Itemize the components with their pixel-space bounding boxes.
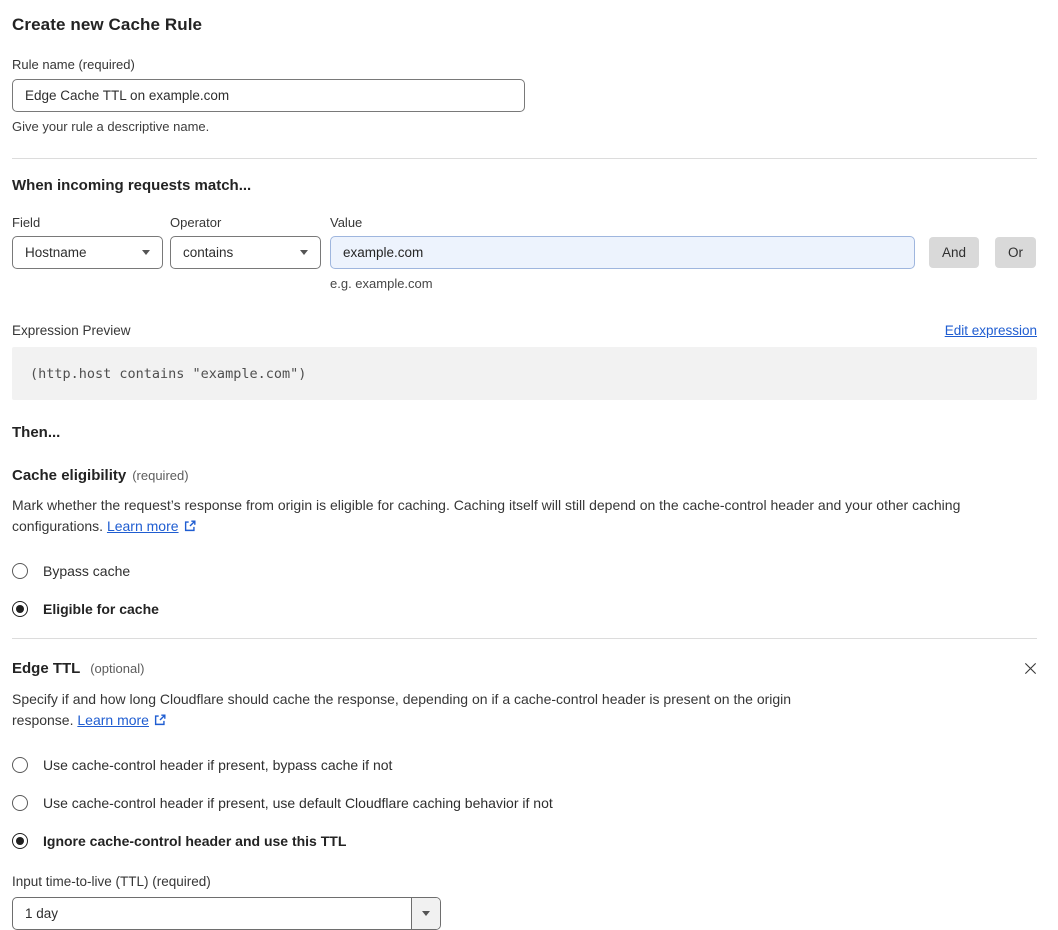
operator-select-value: contains <box>183 245 234 260</box>
chevron-down-icon <box>422 911 430 916</box>
edge-ttl-title: Edge TTL <box>12 660 81 677</box>
radio-label: Bypass cache <box>43 563 131 579</box>
external-link-icon <box>153 712 167 733</box>
rule-name-section: Rule name (required) Give your rule a de… <box>12 57 1037 134</box>
section-divider <box>12 158 1037 159</box>
chevron-down-icon <box>142 250 150 255</box>
cache-eligibility-qualifier: (required) <box>132 468 189 483</box>
then-heading: Then... <box>12 424 61 441</box>
radio-label: Use cache-control header if present, use… <box>43 795 553 811</box>
or-button[interactable]: Or <box>995 237 1037 268</box>
radio-circle-unselected <box>12 757 28 773</box>
cache-eligibility-title: Cache eligibility <box>12 467 127 484</box>
radio-eligible-for-cache[interactable]: Eligible for cache <box>12 601 1037 617</box>
match-labels-row: Field Operator Value <box>12 215 1037 230</box>
cache-eligibility-description: Mark whether the request’s response from… <box>12 495 1037 539</box>
expression-preview-box: (http.host contains "example.com") <box>12 347 1037 400</box>
radio-circle-selected <box>12 601 28 617</box>
field-label: Field <box>12 215 41 230</box>
radio-ignore-header-use-ttl[interactable]: Ignore cache-control header and use this… <box>12 833 1037 849</box>
create-cache-rule-form: Create new Cache Rule Rule name (require… <box>0 0 1058 930</box>
edge-ttl-description: Specify if and how long Cloudflare shoul… <box>12 689 852 733</box>
radio-use-header-bypass[interactable]: Use cache-control header if present, byp… <box>12 757 1037 773</box>
expression-text: (http.host contains "example.com") <box>30 365 307 382</box>
radio-use-header-default[interactable]: Use cache-control header if present, use… <box>12 795 1037 811</box>
radio-circle-unselected <box>12 563 28 579</box>
operator-label: Operator <box>170 215 222 230</box>
value-helper: e.g. example.com <box>330 276 433 291</box>
edge-ttl-learn-more-link[interactable]: Learn more <box>77 712 149 728</box>
field-select[interactable]: Hostname <box>12 236 163 269</box>
expression-preview-label: Expression Preview <box>12 323 131 338</box>
chevron-down-icon <box>300 250 308 255</box>
radio-circle-selected <box>12 833 28 849</box>
ttl-select-arrow-button[interactable] <box>411 898 440 929</box>
operator-select[interactable]: contains <box>170 236 321 269</box>
cache-eligibility-learn-more-link[interactable]: Learn more <box>107 518 179 534</box>
edge-ttl-qualifier: (optional) <box>90 661 145 676</box>
radio-label: Use cache-control header if present, byp… <box>43 757 393 773</box>
ttl-select[interactable]: 1 day <box>12 897 441 930</box>
ttl-label: Input time-to-live (TTL) (required) <box>12 874 211 889</box>
match-heading: When incoming requests match... <box>12 177 252 194</box>
edit-expression-link[interactable]: Edit expression <box>945 323 1037 338</box>
page-title: Create new Cache Rule <box>12 15 203 34</box>
external-link-icon <box>183 518 197 539</box>
and-button[interactable]: And <box>929 237 980 268</box>
match-controls-row: Hostname contains And Or <box>12 236 1037 269</box>
cache-eligibility-header: Cache eligibility (required) <box>12 467 1037 484</box>
radio-circle-unselected <box>12 795 28 811</box>
radio-label: Eligible for cache <box>43 601 159 617</box>
expression-preview-row: Expression Preview Edit expression <box>12 323 1037 338</box>
edge-ttl-title-wrap: Edge TTL (optional) <box>12 660 144 677</box>
radio-label: Ignore cache-control header and use this… <box>43 833 347 849</box>
radio-bypass-cache[interactable]: Bypass cache <box>12 563 1037 579</box>
value-input[interactable] <box>330 236 915 269</box>
rule-name-input[interactable] <box>12 79 525 112</box>
rule-name-label: Rule name (required) <box>12 57 135 72</box>
close-icon[interactable] <box>1021 659 1040 678</box>
field-select-value: Hostname <box>25 245 87 260</box>
edge-ttl-header: Edge TTL (optional) <box>12 659 1037 678</box>
ttl-select-value: 1 day <box>25 906 59 921</box>
section-divider <box>12 638 1037 639</box>
rule-name-helper: Give your rule a descriptive name. <box>12 119 210 134</box>
value-label: Value <box>330 215 363 230</box>
